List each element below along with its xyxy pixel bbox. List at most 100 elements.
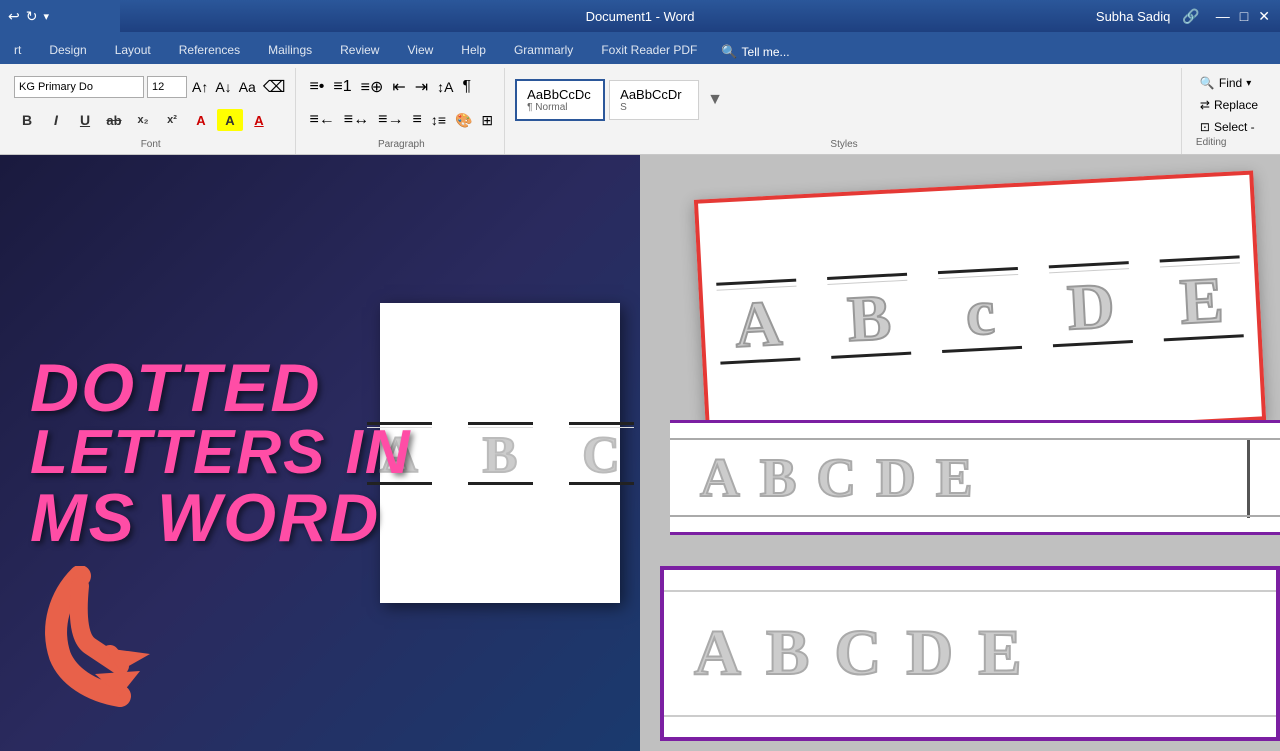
red-card-B: B [827,273,911,359]
line-top-C [569,422,634,425]
line-bot-B [468,482,533,485]
undo-icon[interactable]: ↩ [8,8,20,25]
red-card-D: D [1049,261,1133,347]
paragraph-group-label: Paragraph [378,137,425,150]
italic-btn[interactable]: I [43,109,69,131]
clear-format-btn[interactable]: ⌫ [261,75,288,99]
line-spacing-btn[interactable]: ↕≡ [428,110,449,130]
line-bot-C [569,482,634,485]
change-case-btn[interactable]: Aa [237,77,258,97]
text-color-btn[interactable]: A [246,109,272,131]
decrease-indent-btn[interactable]: ⇤ [389,75,408,99]
ribbon-group-editing: 🔍 Find ▾ ⇄ Replace ⊡ Select - Editing [1184,68,1274,154]
grow-font-btn[interactable]: A↑ [190,77,210,97]
bot-line [1053,340,1133,347]
pb-letter-E: E [978,616,1021,691]
select-icon: ⊡ [1200,120,1210,134]
shrink-font-btn[interactable]: A↓ [213,77,233,97]
shading-btn[interactable]: 🎨 [452,110,475,131]
tab-layout[interactable]: Layout [101,36,165,64]
style-secondary-preview: AaBbCcDr [620,87,688,102]
doc-card-purple-bottom: A B C D E [660,566,1280,741]
find-btn[interactable]: 🔍 Find ▾ [1196,74,1262,92]
strikethrough-btn[interactable]: ab [101,109,127,131]
underline-btn[interactable]: U [72,109,98,131]
bold-btn[interactable]: B [14,109,40,131]
letter-C-dotted: C [582,430,620,482]
strip-letter-D: D [876,446,916,509]
superscript-btn[interactable]: x² [159,109,185,131]
tab-review[interactable]: Review [326,36,393,64]
numbering-btn[interactable]: ≡1 [330,76,354,98]
strip-letter-A: A [700,446,740,509]
tab-help[interactable]: Help [447,36,500,64]
align-left-btn[interactable]: ≡← [306,109,337,131]
tab-references[interactable]: References [165,36,254,64]
preview-letter-C: C [569,422,634,485]
strip-letter-B: B [760,446,797,509]
bot-line [1164,334,1244,341]
top-line [827,273,907,280]
user-name: Subha Sadiq [1096,9,1170,24]
minimize-btn[interactable]: — [1216,8,1230,24]
tab-view[interactable]: View [393,36,447,64]
main-content: DOTTED LETTERS IN MS WORD A [0,155,1280,751]
tutorial-title: DOTTED LETTERS IN MS WORD [30,354,412,552]
styles-more-btn[interactable]: ▼ [703,87,727,113]
quick-access-more[interactable]: ▾ [43,10,49,23]
font-size-selector[interactable]: 12 [147,76,187,98]
style-secondary[interactable]: AaBbCcDr S [609,80,699,120]
strip-letter-C: C [816,446,856,509]
bot-line [831,352,911,359]
justify-btn[interactable]: ≡ [409,109,424,131]
share-icon[interactable]: 🔗 [1182,8,1199,25]
tab-grammarly[interactable]: Grammarly [500,36,587,64]
subscript-btn[interactable]: x₂ [130,109,156,131]
arrow-icon [60,566,180,686]
title-bar: ↩ ↻ ▾ Document1 - Word Subha Sadiq 🔗 — □… [0,0,1280,32]
title-line3: MS WORD [30,484,412,552]
align-center-btn[interactable]: ≡↔ [341,109,372,131]
multilevel-btn[interactable]: ≡⊕ [358,75,387,99]
vertical-line [1247,438,1250,518]
font-row2: B I U ab x₂ x² A A A [14,104,272,138]
bullets-btn[interactable]: ≡• [306,76,327,98]
window-controls: Subha Sadiq 🔗 — □ ✕ [1096,0,1270,32]
tab-mailings[interactable]: Mailings [254,36,326,64]
red-card-C: c [938,267,1022,353]
find-dropdown[interactable]: ▾ [1246,78,1251,89]
red-card-E: E [1160,255,1244,341]
bot-line [942,346,1022,353]
close-btn[interactable]: ✕ [1258,8,1270,25]
font-name-selector[interactable]: KG Primary Do [14,76,144,98]
tell-me-text[interactable]: Tell me... [742,45,790,59]
style-normal[interactable]: AaBbCcDc ¶ Normal [515,79,605,121]
tab-home-partial[interactable]: rt [0,36,35,64]
tab-design[interactable]: Design [35,36,100,64]
sort-btn[interactable]: ↕A [434,77,456,97]
editing-group-label: Editing [1196,137,1227,148]
replace-icon: ⇄ [1200,98,1210,112]
borders-btn[interactable]: ⊞ [478,110,496,131]
redo-icon[interactable]: ↻ [26,8,38,25]
para-row1: ≡• ≡1 ≡⊕ ⇤ ⇥ ↕A ¶ [306,70,474,104]
replace-btn[interactable]: ⇄ Replace [1196,96,1262,114]
style-normal-preview: AaBbCcDc [527,87,593,102]
replace-label: Replace [1214,98,1258,112]
font-color-btn[interactable]: A [188,109,214,131]
top-line [1049,261,1129,268]
pb-letter-A: A [694,616,741,691]
ribbon-group-font: KG Primary Do 12 A↑ A↓ Aa ⌫ B I U ab x₂ … [6,68,296,154]
increase-indent-btn[interactable]: ⇥ [412,75,431,99]
maximize-btn[interactable]: □ [1240,8,1248,24]
tab-foxit[interactable]: Foxit Reader PDF [587,36,711,64]
show-marks-btn[interactable]: ¶ [460,76,475,98]
purple-strip-mid: A B C D E [670,420,1280,535]
align-right-btn[interactable]: ≡→ [375,109,406,131]
title-line2: LETTERS IN [30,422,412,484]
ribbon-tabs: rt Design Layout References Mailings Rev… [0,32,1280,64]
select-btn[interactable]: ⊡ Select - [1196,118,1262,136]
left-panel: DOTTED LETTERS IN MS WORD A [0,155,640,751]
red-card-letters: A B c [729,196,1231,423]
highlight-btn[interactable]: A [217,109,243,131]
